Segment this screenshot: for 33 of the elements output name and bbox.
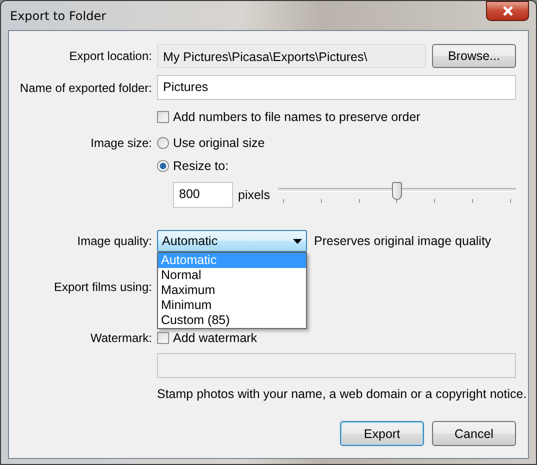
location-field: My Pictures\Picasa\Exports\Pictures\ (157, 44, 426, 68)
field-label: Export location: (69, 49, 152, 63)
window-title: Export to Folder (9, 8, 106, 22)
close-button[interactable] (486, 1, 529, 21)
checkbox-label: Add watermark (173, 331, 258, 345)
export-button[interactable]: Export (340, 421, 424, 446)
close-icon (502, 6, 514, 16)
radio-label: Resize to: (173, 158, 229, 172)
checkbox-label: Add numbers to file names to preserve order (173, 110, 420, 124)
caret-icon (293, 238, 302, 244)
quality-note: Preserves original image quality (314, 234, 492, 248)
browse-button[interactable]: Browse... (432, 44, 516, 68)
field-label: Image quality: (77, 234, 152, 248)
cancel-button[interactable]: Cancel (432, 421, 516, 446)
checkbox[interactable] (157, 332, 169, 344)
radio-label: Use original size (173, 136, 265, 150)
field-label: Watermark: (90, 331, 152, 345)
dropdown-option[interactable]: Normal (158, 268, 306, 283)
field-label: Name of exported folder: (20, 80, 152, 94)
dropdown-option[interactable]: Custom (85) (158, 313, 306, 328)
radio-button[interactable] (157, 160, 169, 172)
hint-text: Stamp photos with your name, a web domain or a copyright notice. (157, 387, 527, 401)
field-label: Image size: (90, 136, 152, 150)
dropdown-option[interactable]: Minimum (158, 298, 306, 313)
unit-label: pixels (238, 188, 270, 202)
dropdown-option[interactable]: Maximum (158, 283, 306, 298)
checkbox[interactable] (157, 111, 169, 123)
folder-name-field[interactable]: Pictures (157, 75, 516, 100)
quality-dropdown[interactable]: Automatic (157, 230, 307, 252)
watermark-field[interactable] (157, 353, 516, 378)
radio-button[interactable] (157, 136, 169, 148)
field-label: Export films using: (54, 280, 152, 294)
pixels-field[interactable]: 800 (173, 182, 233, 208)
